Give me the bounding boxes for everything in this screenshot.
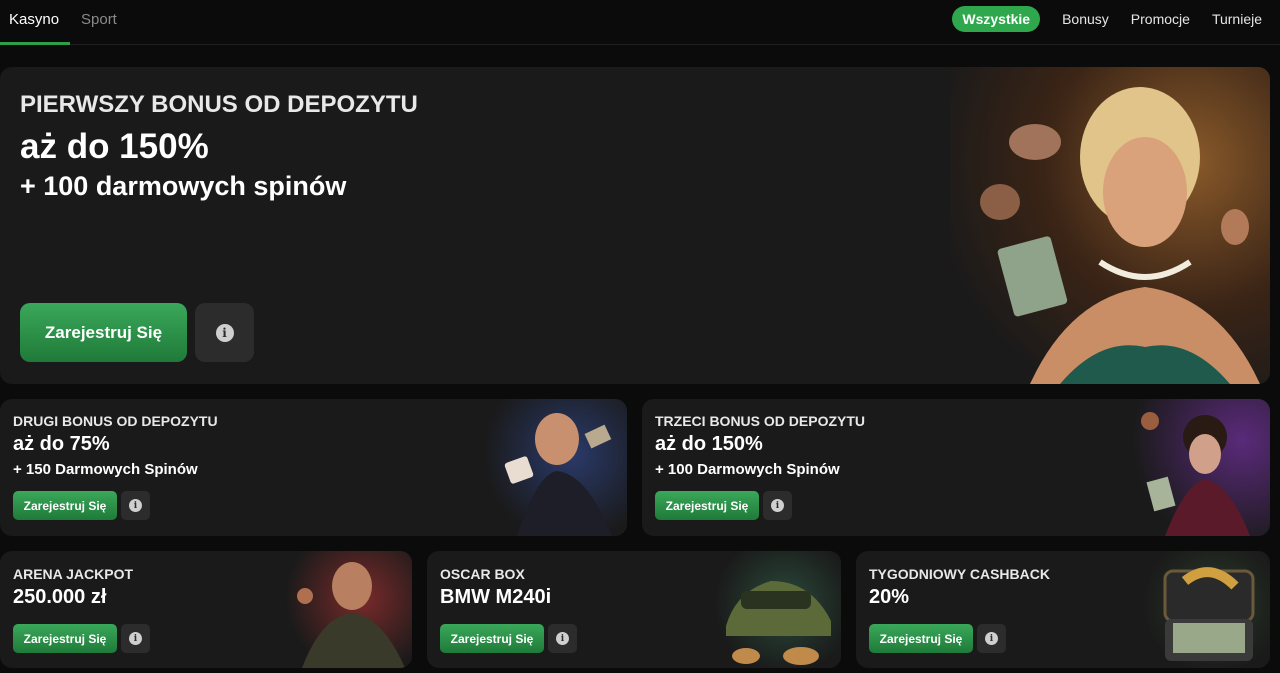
money-case-illustration <box>1145 551 1270 668</box>
weekly-cashback-card: TYGODNIOWY CASHBACK 20% Zarejestruj Się … <box>856 551 1270 668</box>
banknote <box>584 424 612 449</box>
info-button[interactable]: i <box>121 491 150 520</box>
hero-illustration <box>950 67 1270 384</box>
coin <box>297 588 313 604</box>
hero-extra: + 100 darmowych spinów <box>20 171 347 201</box>
register-button[interactable]: Zarejestruj Się <box>869 624 973 653</box>
promo-filters: Wszystkie Bonusy Promocje Turnieje <box>952 5 1262 32</box>
register-button[interactable]: Zarejestruj Się <box>13 491 117 520</box>
filter-turnieje[interactable]: Turnieje <box>1212 11 1262 27</box>
register-button[interactable]: Zarejestruj Się <box>655 491 759 520</box>
info-button[interactable]: i <box>977 624 1006 653</box>
card-title: ARENA JACKPOT <box>13 566 134 582</box>
card-title: DRUGI BONUS OD DEPOZYTU <box>13 413 218 429</box>
card-extra: + 150 Darmowych Spinów <box>13 461 198 478</box>
dress-shape <box>1165 479 1250 536</box>
man-in-suit-illustration <box>487 399 627 536</box>
tab-sport[interactable]: Sport <box>81 0 117 45</box>
banknotes <box>1173 623 1245 653</box>
register-button[interactable]: Zarejestruj Się <box>13 624 117 653</box>
hero-kicker: PIERWSZY BONUS OD DEPOZYTU <box>20 91 418 118</box>
coin-pile-left <box>732 648 760 664</box>
coin-pile-right <box>783 647 819 665</box>
car-illustration <box>716 551 841 668</box>
card-amount: aż do 150% <box>655 433 763 455</box>
coin-2 <box>980 184 1020 220</box>
face-shape <box>1189 434 1221 474</box>
coin-3 <box>1221 209 1249 245</box>
register-button[interactable]: Zarejestruj Się <box>440 624 544 653</box>
tuxedo-shape <box>517 471 612 536</box>
filter-wszystkie[interactable]: Wszystkie <box>952 5 1041 32</box>
card-extra: + 100 Darmowych Spinów <box>655 461 840 478</box>
card-amount: aż do 75% <box>13 433 110 455</box>
info-icon: i <box>215 323 234 342</box>
face-shape <box>1103 137 1187 247</box>
dice <box>504 456 534 484</box>
woman-illustration <box>1130 399 1270 536</box>
info-icon: i <box>985 632 998 645</box>
filter-promocje[interactable]: Promocje <box>1131 11 1190 27</box>
info-icon: i <box>129 632 142 645</box>
info-button[interactable]: i <box>763 491 792 520</box>
filter-bonusy[interactable]: Bonusy <box>1062 11 1109 27</box>
card-amount: 20% <box>869 586 910 608</box>
coin <box>1141 412 1159 430</box>
info-icon: i <box>129 499 142 512</box>
pearl-necklace <box>1098 259 1192 280</box>
arena-jackpot-card: ARENA JACKPOT 250.000 zł Zarejestruj Się… <box>0 551 412 668</box>
hero-info-button[interactable]: i <box>195 303 254 362</box>
card-title: TYGODNIOWY CASHBACK <box>869 566 1050 582</box>
card-amount: 250.000 zł <box>13 586 107 608</box>
oscar-box-card: OSCAR BOX BMW M240i Zarejestruj Się i <box>427 551 841 668</box>
card-title: OSCAR BOX <box>440 566 525 582</box>
info-icon: i <box>771 499 784 512</box>
info-button[interactable]: i <box>548 624 577 653</box>
case-lid <box>1163 569 1255 623</box>
card-title: TRZECI BONUS OD DEPOZYTU <box>655 413 866 429</box>
active-tab-indicator <box>0 42 70 45</box>
jacket-shape <box>302 613 405 668</box>
info-button[interactable]: i <box>121 624 150 653</box>
third-deposit-bonus-card: TRZECI BONUS OD DEPOZYTU aż do 150% + 10… <box>642 399 1270 536</box>
first-deposit-bonus-card: PIERWSZY BONUS OD DEPOZYTU aż do 150% + … <box>0 67 1270 384</box>
top-nav: Kasyno Sport Wszystkie Bonusy Promocje T… <box>0 0 1280 45</box>
face-shape <box>535 413 579 465</box>
face-shape <box>332 562 372 610</box>
windshield <box>741 591 811 609</box>
second-deposit-bonus-card: DRUGI BONUS OD DEPOZYTU aż do 75% + 150 … <box>0 399 627 536</box>
coin-1 <box>1009 124 1061 160</box>
hero-amount: aż do 150% <box>20 127 209 166</box>
card-amount: BMW M240i <box>440 586 552 608</box>
banknote <box>1146 476 1176 512</box>
man-laughing-illustration <box>287 551 412 668</box>
info-icon: i <box>556 632 569 645</box>
banknotes <box>997 236 1068 317</box>
tab-kasyno[interactable]: Kasyno <box>9 0 59 45</box>
hero-register-button[interactable]: Zarejestruj Się <box>20 303 187 362</box>
